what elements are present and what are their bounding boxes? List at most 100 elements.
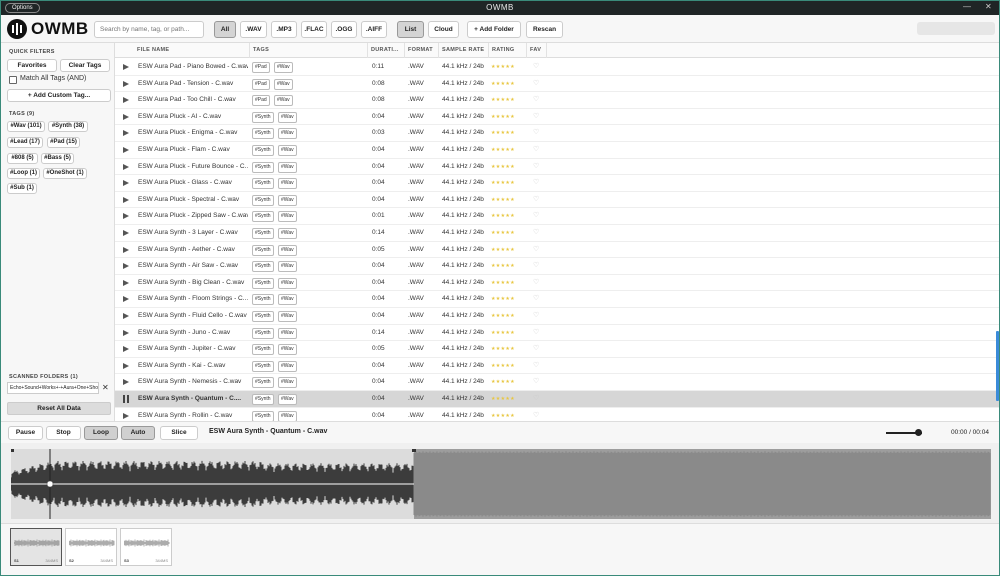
row-tag[interactable]: #Wav (278, 360, 297, 372)
row-tag[interactable]: #Wav (278, 261, 297, 273)
row-tag[interactable]: #Wav (278, 277, 297, 289)
stop-button[interactable]: Stop (46, 426, 81, 440)
play-icon[interactable] (123, 180, 129, 187)
rating-stars[interactable]: ★★★★★ (491, 408, 515, 421)
row-tag[interactable]: #Synth (252, 327, 274, 339)
filter-wav-button[interactable]: .WAV (240, 21, 267, 38)
favorite-heart-icon[interactable]: ♡ (533, 391, 539, 407)
favorite-heart-icon[interactable]: ♡ (533, 374, 539, 390)
row-tag[interactable]: #Synth (252, 128, 274, 140)
row-tag[interactable]: #Wav (278, 228, 297, 239)
favorite-heart-icon[interactable]: ♡ (533, 408, 539, 421)
rating-stars[interactable]: ★★★★★ (491, 291, 515, 307)
play-icon[interactable] (123, 213, 129, 220)
favorite-heart-icon[interactable]: ♡ (533, 109, 539, 125)
play-icon[interactable] (123, 412, 129, 419)
favorites-button[interactable]: Favorites (7, 59, 57, 72)
table-row[interactable]: ESW Aura Synth - Fluid Cello - C.wav #Syn… (115, 308, 999, 325)
row-tag[interactable]: #Synth (252, 145, 274, 156)
play-icon[interactable] (123, 64, 129, 70)
rating-stars[interactable]: ★★★★★ (491, 391, 515, 407)
favorite-heart-icon[interactable]: ♡ (533, 125, 539, 141)
favorite-heart-icon[interactable]: ♡ (533, 275, 539, 291)
table-scrollbar[interactable] (996, 331, 999, 401)
row-tag[interactable]: #Wav (278, 327, 297, 339)
pause-button[interactable]: Pause (8, 426, 43, 440)
slice-thumbnail[interactable]: S3 344MS (120, 528, 172, 566)
row-tag[interactable]: #Wav (278, 128, 297, 140)
column-sample-rate[interactable]: SAMPLE RATE (439, 43, 489, 58)
favorite-heart-icon[interactable]: ♡ (533, 242, 539, 258)
table-row[interactable]: ESW Aura Synth - 3 Layer - C.wav #Synth #W… (115, 225, 999, 242)
slice-button[interactable]: Slice (160, 426, 198, 440)
table-row[interactable]: ESW Aura Pluck - Spectral - C.wav #Synth #… (115, 192, 999, 209)
row-tag[interactable]: #Synth (252, 377, 274, 389)
play-icon[interactable] (123, 97, 129, 104)
row-tag[interactable]: #Synth (252, 178, 274, 190)
favorite-heart-icon[interactable]: ♡ (533, 308, 539, 324)
rating-stars[interactable]: ★★★★★ (491, 258, 515, 274)
volume-knob[interactable] (915, 429, 922, 436)
table-row[interactable]: ESW Aura Pluck - Flam - C.wav #Synth #Wav 0… (115, 142, 999, 159)
row-tag[interactable]: #Synth (252, 277, 274, 289)
table-row[interactable]: ESW Aura Pluck - AI - C.wav #Synth #Wav 0:0… (115, 109, 999, 126)
row-tag[interactable]: #Wav (278, 111, 297, 123)
row-tag[interactable]: #Wav (278, 244, 297, 256)
tag-loop[interactable]: #Loop (1) (7, 168, 40, 179)
row-tag[interactable]: #Synth (252, 311, 274, 322)
add-custom-tag-button[interactable]: + Add Custom Tag... (7, 89, 111, 102)
row-tag[interactable]: #Pad (252, 62, 270, 73)
table-row[interactable]: ESW Aura Synth - Big Clean - C.wav #Synth… (115, 275, 999, 292)
table-row[interactable]: ESW Aura Pad - Piano Bowed - C.wav #Pad #W… (115, 59, 999, 76)
rating-stars[interactable]: ★★★★★ (491, 242, 515, 258)
row-tag[interactable]: #Synth (252, 111, 274, 123)
favorite-heart-icon[interactable]: ♡ (533, 358, 539, 374)
row-tag[interactable]: #Wav (278, 161, 297, 173)
favorite-heart-icon[interactable]: ♡ (533, 175, 539, 191)
table-row[interactable]: ESW Aura Pluck - Glass - C.wav #Synth #Wav… (115, 175, 999, 192)
pause-icon[interactable] (123, 395, 129, 403)
rating-stars[interactable]: ★★★★★ (491, 175, 515, 191)
favorite-heart-icon[interactable]: ♡ (533, 208, 539, 224)
row-tag[interactable]: #Wav (274, 62, 293, 73)
table-row[interactable]: ESW Aura Synth - Jupiter - C.wav #Synth #W… (115, 341, 999, 358)
slice-thumbnail[interactable]: S1 344MS (10, 528, 62, 566)
play-icon[interactable] (123, 113, 129, 120)
favorite-heart-icon[interactable]: ♡ (533, 192, 539, 208)
play-icon[interactable] (123, 80, 129, 87)
filter-ogg-button[interactable]: .OGG (331, 21, 357, 38)
favorite-heart-icon[interactable]: ♡ (533, 225, 539, 241)
rating-stars[interactable]: ★★★★★ (491, 275, 515, 291)
row-tag[interactable]: #Synth (252, 261, 274, 273)
search-input[interactable] (94, 21, 204, 38)
filter-mp3-button[interactable]: .MP3 (271, 21, 297, 38)
row-tag[interactable]: #Wav (278, 294, 297, 306)
row-tag[interactable]: #Synth (252, 228, 274, 239)
row-tag[interactable]: #Wav (278, 377, 297, 389)
favorite-heart-icon[interactable]: ♡ (533, 142, 539, 158)
waveform-display[interactable] (11, 449, 991, 519)
favorite-heart-icon[interactable]: ♡ (533, 159, 539, 175)
rating-stars[interactable]: ★★★★★ (491, 341, 515, 357)
table-row[interactable]: ESW Aura Synth - Kai - C.wav #Synth #Wav 0:… (115, 358, 999, 375)
tag-pad[interactable]: #Pad (15) (47, 137, 80, 148)
row-tag[interactable]: #Pad (252, 78, 270, 90)
close-icon[interactable]: ✕ (985, 2, 992, 11)
rating-stars[interactable]: ★★★★★ (491, 109, 515, 125)
table-row[interactable]: ESW Aura Pluck - Future Bounce - C... #Sy… (115, 159, 999, 176)
rating-stars[interactable]: ★★★★★ (491, 92, 515, 108)
play-icon[interactable] (123, 296, 129, 303)
column-duration[interactable]: DURATI... (368, 43, 405, 58)
tag-sub[interactable]: #Sub (1) (7, 183, 37, 194)
play-icon[interactable] (123, 329, 129, 336)
play-icon[interactable] (123, 263, 129, 270)
filter-all-button[interactable]: All (214, 21, 236, 38)
play-icon[interactable] (123, 346, 129, 353)
rating-stars[interactable]: ★★★★★ (491, 225, 515, 241)
row-tag[interactable]: #Synth (252, 344, 274, 356)
play-icon[interactable] (123, 246, 129, 253)
rating-stars[interactable]: ★★★★★ (491, 159, 515, 175)
rating-stars[interactable]: ★★★★★ (491, 76, 515, 92)
row-tag[interactable]: #Synth (252, 394, 274, 405)
row-tag[interactable]: #Synth (252, 211, 274, 223)
